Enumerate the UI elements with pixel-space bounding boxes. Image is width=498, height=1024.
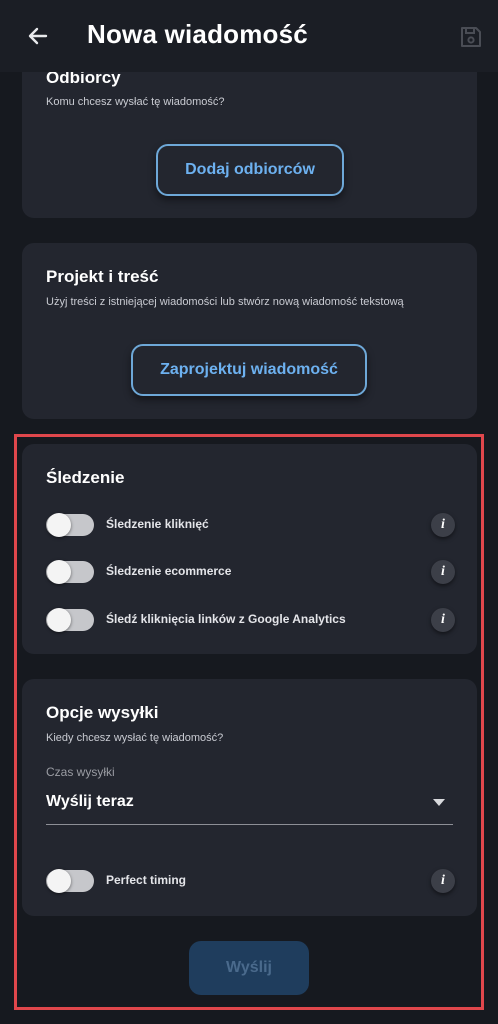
page-title: Nowa wiadomość [87,19,308,49]
google-analytics-row: Śledź kliknięcia linków z Google Analyti… [46,608,455,635]
tracking-card: Śledzenie Śledzenie kliknięć i Śledzenie… [22,444,477,654]
info-icon[interactable]: i [431,608,455,632]
perfect-timing-row: Perfect timing i [46,869,455,896]
send-button[interactable]: Wyślij [189,941,309,995]
send-time-label: Czas wysyłki [46,765,115,779]
perfect-timing-toggle[interactable] [46,869,94,893]
click-tracking-label: Śledzenie kliknięć [106,517,209,531]
toggle-knob [47,608,71,632]
send-time-select[interactable]: Wyślij teraz [46,787,453,825]
app-header: Nowa wiadomość [0,0,498,72]
click-tracking-row: Śledzenie kliknięć i [46,513,455,540]
send-time-value: Wyślij teraz [46,793,134,810]
info-icon[interactable]: i [431,560,455,584]
recipients-subtitle: Komu chcesz wysłać tę wiadomość? [46,96,225,108]
design-content-card: Projekt i treść Użyj treści z istniejące… [22,243,477,419]
send-options-subtitle: Kiedy chcesz wysłać tę wiadomość? [46,732,224,744]
info-icon[interactable]: i [431,513,455,537]
design-title: Projekt i treść [46,267,159,286]
ecommerce-tracking-label: Śledzenie ecommerce [106,564,232,578]
toggle-knob [47,560,71,584]
save-floppy-icon[interactable] [459,25,483,49]
ecommerce-tracking-row: Śledzenie ecommerce i [46,560,455,587]
click-tracking-toggle[interactable] [46,513,94,537]
tracking-title: Śledzenie [46,468,125,487]
perfect-timing-label: Perfect timing [106,873,187,887]
google-analytics-toggle[interactable] [46,608,94,632]
info-icon[interactable]: i [431,869,455,893]
design-message-button[interactable]: Zaprojektuj wiadomość [131,344,367,396]
send-options-title: Opcje wysyłki [46,703,159,722]
send-options-card: Opcje wysyłki Kiedy chcesz wysłać tę wia… [22,679,477,916]
back-arrow-icon[interactable] [26,24,50,48]
add-recipients-button[interactable]: Dodaj odbiorców [156,144,344,196]
google-analytics-label: Śledź kliknięcia linków z Google Analyti… [106,612,346,626]
design-subtitle: Użyj treści z istniejącej wiadomości lub… [46,296,404,308]
toggle-knob [47,869,71,893]
toggle-knob [47,513,71,537]
ecommerce-tracking-toggle[interactable] [46,560,94,584]
dropdown-arrow-icon [433,799,445,806]
